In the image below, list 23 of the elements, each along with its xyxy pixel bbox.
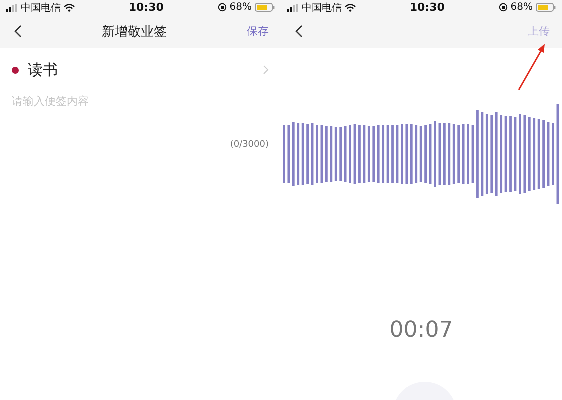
clock-time: 10:30 [410, 1, 445, 14]
category-label[interactable]: 读书 [28, 60, 263, 80]
clock-time: 10:30 [128, 1, 164, 14]
page-title: 新增敬业签 [102, 24, 167, 40]
orientation-lock-icon [218, 3, 227, 12]
annotation-arrow [516, 42, 548, 92]
orientation-lock-icon [498, 3, 508, 12]
carrier-name: 中国电信 [21, 2, 61, 14]
battery-icon [255, 3, 275, 12]
save-button[interactable]: 保存 [247, 24, 269, 39]
battery-icon [536, 3, 556, 12]
wifi-icon [345, 4, 356, 12]
battery-percent: 68% [230, 2, 252, 13]
upload-button[interactable]: 上传 [528, 24, 550, 39]
battery-percent: 68% [510, 2, 533, 13]
recording-timer: 00:07 [390, 318, 454, 343]
back-icon[interactable] [295, 25, 303, 38]
wifi-icon [64, 4, 75, 12]
signal-icon [6, 4, 18, 12]
carrier-name: 中国电信 [302, 2, 342, 14]
back-icon[interactable] [14, 25, 22, 38]
character-counter: (0/3000) [230, 140, 269, 150]
signal-icon [287, 4, 299, 12]
